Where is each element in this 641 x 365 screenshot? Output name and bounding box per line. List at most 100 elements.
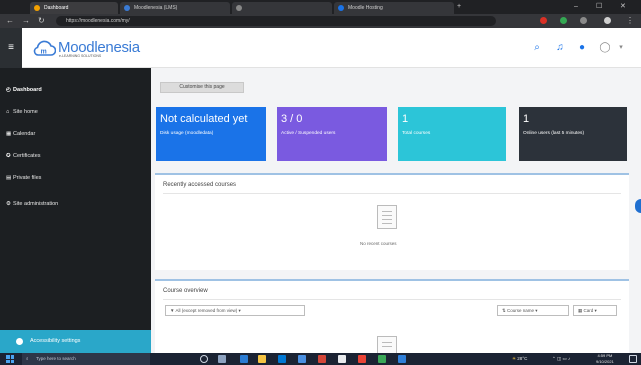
stat-card-value: Not calculated yet <box>160 113 248 125</box>
url-input[interactable]: https://moodlenesia.com/my/ <box>56 16 496 26</box>
nav-drawer: ◴ Dashboard ⌂ Site home ▦ Calendar ✪ Certifi… <box>0 68 151 353</box>
chevron-down-icon: ▾ <box>237 308 241 313</box>
block-title: Recently accessed courses <box>163 182 237 188</box>
windows-taskbar: ⌕ Type here to search ☀ 28°C ⌃ ◫ ▭ ♪ 4:5… <box>0 353 641 365</box>
sidebar-item-site-administration[interactable]: ⚙ Site administration <box>6 198 58 210</box>
file-icon: ▤ <box>6 175 12 181</box>
app-icon[interactable] <box>378 355 386 363</box>
certificate-icon: ✪ <box>6 153 11 159</box>
sidebar-item-dashboard[interactable]: ◴ Dashboard <box>6 84 42 96</box>
extension-icon[interactable] <box>540 17 547 24</box>
customise-page-button[interactable]: Customise this page <box>160 82 244 93</box>
course-filter-dropdown[interactable]: ▼ All (except removed from view) ▾ <box>165 305 305 316</box>
sidebar-item-certificates[interactable]: ✪ Certificates <box>6 150 41 162</box>
mail-icon[interactable] <box>298 355 306 363</box>
course-overview-block: Course overview ▼ All (except removed fr… <box>155 279 629 355</box>
temperature-text: 28°C <box>517 356 528 361</box>
taskbar-search-input[interactable]: ⌕ Type here to search <box>22 353 150 365</box>
stat-card-courses[interactable]: 1 Total courses <box>398 107 506 161</box>
dashboard-icon: ◴ <box>6 87 11 93</box>
stat-card-caption: Disk usage (moodledata) <box>160 131 214 136</box>
course-sort-dropdown[interactable]: ⇅ Course name ▾ <box>497 305 569 316</box>
search-icon[interactable]: ⌕ <box>530 41 544 55</box>
back-icon[interactable]: ← <box>6 16 14 26</box>
browser-tab-moodlenesia[interactable]: Moodlenesia (LMS) <box>120 2 230 14</box>
edge-icon[interactable] <box>240 355 248 363</box>
stat-card-caption: Online users (last 5 minutes) <box>523 131 585 136</box>
stat-card-users[interactable]: 3 / 0 Active / Suspended users <box>277 107 387 161</box>
windows-start-icon[interactable] <box>6 355 14 363</box>
profile-avatar-icon[interactable] <box>604 17 611 24</box>
extension-icon[interactable] <box>580 17 587 24</box>
file-explorer-icon[interactable] <box>258 355 266 363</box>
hamburger-menu-icon[interactable]: ≡ <box>0 28 22 68</box>
minimize-button[interactable]: – <box>574 2 578 12</box>
forward-icon[interactable]: → <box>22 16 30 26</box>
sidebar-item-label: Dashboard <box>13 87 42 93</box>
search-icon: ⌕ <box>26 356 29 361</box>
sidebar-item-label: Site home <box>13 109 38 115</box>
stat-card-online-users[interactable]: 1 Online users (last 5 minutes) <box>519 107 627 161</box>
cloud-logo-icon: m <box>33 40 56 56</box>
moodle-favicon-icon <box>34 5 40 11</box>
stat-card-value: 1 <box>402 113 409 125</box>
gear-icon: ⚙ <box>6 201 11 207</box>
sidebar-item-calendar[interactable]: ▦ Calendar <box>6 128 35 140</box>
chevron-down-icon: ▾ <box>534 308 538 313</box>
svg-text:m: m <box>41 49 47 56</box>
course-view-dropdown[interactable]: ▦ Card ▾ <box>573 305 617 316</box>
drawer-toggle-button[interactable] <box>635 199 641 213</box>
browser-tab-dashboard[interactable]: Dashboard <box>30 2 118 14</box>
accessibility-settings-button[interactable]: Accessibility settings <box>0 330 151 353</box>
system-tray-icons[interactable]: ⌃ ◫ ▭ ♪ <box>552 353 570 365</box>
accessibility-icon <box>16 338 23 345</box>
browser-tab-3[interactable] <box>232 2 332 14</box>
app-icon[interactable] <box>338 355 346 363</box>
home-icon: ⌂ <box>6 109 10 115</box>
block-title: Course overview <box>163 288 208 294</box>
sort-value: Course name <box>507 308 535 313</box>
recently-accessed-courses-block: Recently accessed courses No recent cour… <box>155 173 629 270</box>
site-header: ≡ m Moodlenesia e-LEARNING SOLUTIONS ⌕ ♫… <box>0 28 641 68</box>
accessibility-label: Accessibility settings <box>30 338 81 344</box>
messages-icon[interactable]: ● <box>575 41 589 55</box>
app-icon[interactable] <box>318 355 326 363</box>
chevron-down-icon: ▾ <box>593 308 597 313</box>
browser-tab-strip: Dashboard Moodlenesia (LMS) Moodle Hosti… <box>0 0 641 14</box>
empty-state-text: No recent courses <box>360 241 397 246</box>
chevron-down-icon[interactable]: ▾ <box>614 41 628 55</box>
new-tab-icon[interactable]: + <box>457 2 461 12</box>
browser-tab-label: Moodle Hosting <box>348 5 383 11</box>
taskbar-clock[interactable]: 4:59 PM 9/10/2021 <box>596 353 614 365</box>
stat-card-disk-usage[interactable]: Not calculated yet Disk usage (moodledat… <box>156 107 266 161</box>
reload-icon[interactable]: ↻ <box>38 16 45 26</box>
sidebar-item-label: Site administration <box>13 201 59 207</box>
close-window-button[interactable]: ✕ <box>620 2 626 12</box>
weather-widget[interactable]: ☀ 28°C <box>512 353 527 365</box>
page-favicon-icon <box>338 5 344 11</box>
stat-card-caption: Active / Suspended users <box>281 131 336 136</box>
extension-icon[interactable] <box>560 17 567 24</box>
browser-toolbar: ← → ↻ https://moodlenesia.com/my/ ⋮ <box>0 14 641 28</box>
browser-menu-icon[interactable]: ⋮ <box>626 16 634 26</box>
browser-tab-label: Moodlenesia (LMS) <box>134 5 178 11</box>
brand-tagline: e-LEARNING SOLUTIONS <box>59 54 102 58</box>
sidebar-item-site-home[interactable]: ⌂ Site home <box>6 106 38 118</box>
browser-tab-moodle-hosting[interactable]: Moodle Hosting <box>334 2 454 14</box>
user-avatar[interactable]: ◯ <box>598 41 612 55</box>
store-icon[interactable] <box>278 355 286 363</box>
calendar-icon: ▦ <box>6 131 12 137</box>
notification-center-icon[interactable] <box>629 355 637 363</box>
sidebar-item-private-files[interactable]: ▤ Private files <box>6 172 41 184</box>
task-view-icon[interactable] <box>218 355 226 363</box>
sidebar-item-label: Private files <box>13 175 42 181</box>
cortana-icon[interactable] <box>200 355 208 363</box>
app-icon[interactable] <box>398 355 406 363</box>
stat-card-caption: Total courses <box>402 131 431 136</box>
view-value: Card <box>583 308 594 313</box>
maximize-button[interactable]: ☐ <box>596 2 602 12</box>
page-favicon-icon <box>236 5 242 11</box>
chrome-icon[interactable] <box>358 355 366 363</box>
notification-bell-icon[interactable]: ♫ <box>553 41 567 55</box>
search-placeholder: Type here to search <box>36 356 76 361</box>
